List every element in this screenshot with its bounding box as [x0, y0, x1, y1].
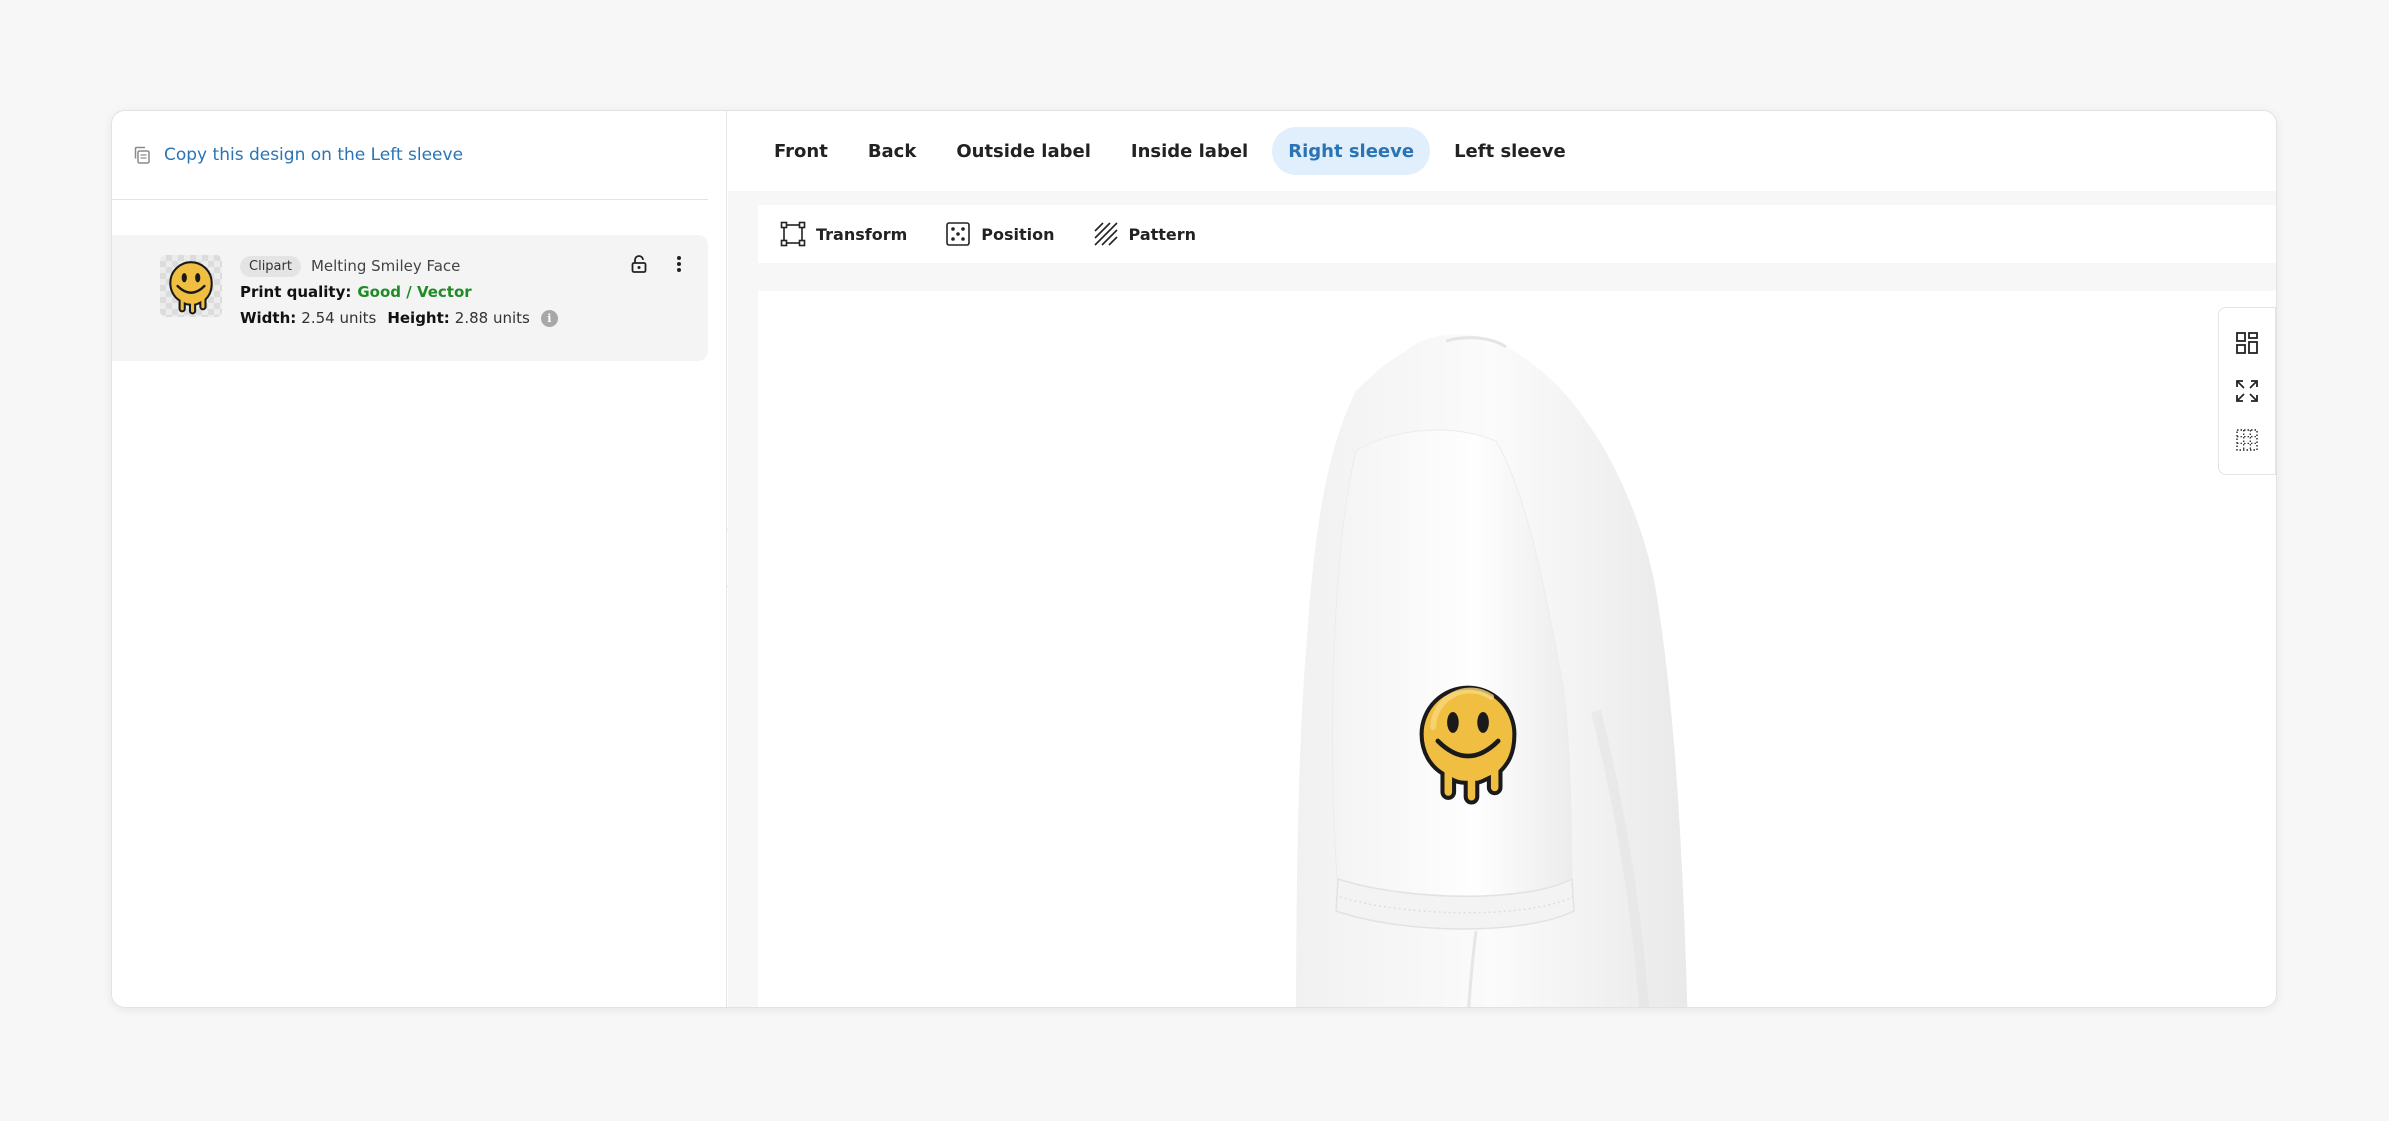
transform-icon [780, 221, 806, 247]
layer-type-badge: Clipart [240, 255, 301, 277]
placement-tabs: Front Back Outside label Inside label Ri… [728, 111, 2276, 191]
dotted-grid-icon[interactable] [2233, 426, 2261, 454]
layer-actions [630, 253, 688, 275]
position-button[interactable]: Position [945, 221, 1055, 247]
width-label: Width: [240, 309, 297, 327]
melting-smiley-thumbnail [169, 261, 213, 315]
layer-info: Clipart Melting Smiley Face Print qualit… [240, 255, 558, 329]
layer-item[interactable]: Clipart Melting Smiley Face Print qualit… [112, 235, 708, 361]
preview-panel: Front Back Outside label Inside label Ri… [728, 111, 2276, 1007]
expand-icon[interactable] [2233, 377, 2261, 405]
height-label: Height: [387, 309, 450, 327]
pattern-label: Pattern [1128, 224, 1197, 244]
transform-button[interactable]: Transform [780, 221, 907, 247]
copy-design-link-label: Copy this design on the Left sleeve [164, 145, 464, 165]
height-value: 2.88 units [454, 309, 530, 327]
layers-panel: Copy this design on the Left sleeve Clip… [112, 111, 727, 1007]
info-icon[interactable]: i [540, 309, 558, 327]
tab-right-sleeve[interactable]: Right sleeve [1272, 127, 1431, 175]
divider [112, 199, 708, 200]
copy-icon [134, 146, 150, 164]
tab-inside-label[interactable]: Inside label [1115, 127, 1264, 175]
transform-label: Transform [816, 224, 908, 244]
pattern-button[interactable]: Pattern [1093, 221, 1197, 247]
tab-back[interactable]: Back [852, 127, 933, 175]
width-value: 2.54 units [301, 309, 377, 327]
view-tools [2218, 307, 2276, 475]
design-canvas[interactable] [758, 291, 2276, 1007]
layer-thumbnail [160, 255, 222, 317]
copy-design-link[interactable]: Copy this design on the Left sleeve [132, 145, 463, 165]
position-icon [946, 222, 971, 246]
lock-icon[interactable] [630, 253, 648, 275]
layer-name: Melting Smiley Face [310, 257, 461, 275]
pattern-icon [1093, 222, 1118, 246]
tshirt-side-view [1296, 334, 1688, 1007]
product-designer-card: Copy this design on the Left sleeve Clip… [111, 110, 2277, 1008]
more-vertical-icon[interactable] [670, 253, 688, 275]
tab-left-sleeve[interactable]: Left sleeve [1438, 127, 1582, 175]
tab-outside-label[interactable]: Outside label [940, 127, 1107, 175]
print-quality-value: Good / Vector [357, 283, 472, 301]
print-quality-label: Print quality: [240, 283, 352, 301]
tab-front[interactable]: Front [758, 127, 844, 175]
melting-smiley-design[interactable] [1410, 675, 1526, 807]
design-toolbar: Transform Position Pattern [758, 205, 2276, 263]
layout-grid-icon[interactable] [2233, 329, 2261, 357]
position-label: Position [981, 224, 1055, 244]
